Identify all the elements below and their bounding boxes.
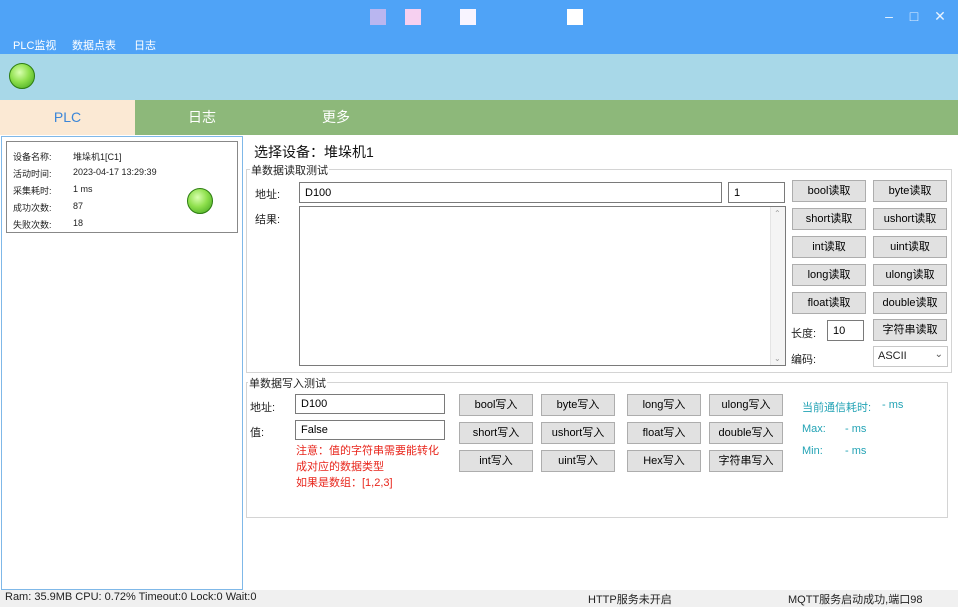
- byte-read-button[interactable]: byte读取: [873, 180, 947, 202]
- write-address-label: 地址:: [250, 402, 276, 414]
- fail-count: 18: [73, 218, 84, 228]
- menu-log[interactable]: 日志: [134, 37, 156, 53]
- bool-read-button[interactable]: bool读取: [792, 180, 866, 202]
- title-decoration-icon: [460, 9, 476, 25]
- encoding-select[interactable]: ASCII ⌄: [873, 346, 948, 367]
- menu-data-points[interactable]: 数据点表: [72, 37, 116, 53]
- write-value-input[interactable]: [295, 420, 445, 440]
- device-name-label: 设备名称:: [13, 152, 52, 162]
- max-value: - ms: [845, 423, 867, 435]
- string-write-button[interactable]: 字符串写入: [709, 450, 783, 472]
- hex-write-button[interactable]: Hex写入: [627, 450, 701, 472]
- tab-bar: PLC 日志 更多: [0, 100, 958, 135]
- title-bar: – □ ✕: [0, 0, 958, 34]
- read-group-title: 单数据读取测试: [250, 162, 329, 178]
- read-result-label: 结果:: [255, 214, 281, 226]
- encoding-label: 编码:: [791, 354, 817, 366]
- double-write-button[interactable]: double写入: [709, 422, 783, 444]
- maximize-icon[interactable]: □: [903, 5, 925, 27]
- short-read-button[interactable]: short读取: [792, 208, 866, 230]
- ushort-write-button[interactable]: ushort写入: [541, 422, 615, 444]
- ulong-read-button[interactable]: ulong读取: [873, 264, 947, 286]
- double-read-button[interactable]: double读取: [873, 292, 947, 314]
- status-strip: [0, 54, 958, 100]
- length-label: 长度:: [791, 328, 817, 340]
- tab-log[interactable]: 日志: [135, 100, 269, 135]
- minimize-icon[interactable]: –: [878, 5, 900, 27]
- long-read-button[interactable]: long读取: [792, 264, 866, 286]
- byte-write-button[interactable]: byte写入: [541, 394, 615, 416]
- read-count-input[interactable]: [728, 182, 785, 203]
- write-note-2: 成对应的数据类型: [296, 461, 384, 473]
- int-write-button[interactable]: int写入: [459, 450, 533, 472]
- scroll-up-icon[interactable]: ⌃: [774, 209, 781, 218]
- success-count-label: 成功次数:: [13, 203, 52, 213]
- scroll-down-icon[interactable]: ⌄: [774, 354, 781, 363]
- comm-time-value: - ms: [882, 399, 904, 411]
- tab-plc[interactable]: PLC: [0, 100, 135, 135]
- connection-status-icon: [9, 63, 35, 89]
- device-status-icon: [187, 188, 213, 214]
- resource-status: Ram: 35.9MB CPU: 0.72% Timeout:0 Lock:0 …: [5, 591, 257, 603]
- tab-more[interactable]: 更多: [269, 100, 403, 135]
- http-status: HTTP服务未开启: [588, 594, 672, 606]
- uint-write-button[interactable]: uint写入: [541, 450, 615, 472]
- string-read-button[interactable]: 字符串读取: [873, 319, 947, 341]
- title-decoration-icon: [567, 9, 583, 25]
- device-card[interactable]: 设备名称: 堆垛机1[C1] 活动时间: 2023-04-17 13:29:39…: [6, 141, 238, 233]
- read-address-label: 地址:: [255, 189, 281, 201]
- device-name: 堆垛机1[C1]: [73, 152, 122, 162]
- float-write-button[interactable]: float写入: [627, 422, 701, 444]
- active-time-label: 活动时间:: [13, 169, 52, 179]
- device-list-panel: 设备名称: 堆垛机1[C1] 活动时间: 2023-04-17 13:29:39…: [1, 136, 243, 590]
- min-value: - ms: [845, 445, 867, 457]
- write-note-1: 注意：值的字符串需要能转化: [296, 445, 439, 457]
- write-value-label: 值:: [250, 427, 265, 439]
- active-time: 2023-04-17 13:29:39: [73, 167, 157, 177]
- int-read-button[interactable]: int读取: [792, 236, 866, 258]
- write-note-3: 如果是数组：[1,2,3]: [296, 477, 393, 489]
- uint-read-button[interactable]: uint读取: [873, 236, 947, 258]
- max-label: Max:: [802, 423, 826, 435]
- fail-count-label: 失败次数:: [13, 220, 52, 230]
- ushort-read-button[interactable]: ushort读取: [873, 208, 947, 230]
- mqtt-status: MQTT服务启动成功,端口98: [788, 594, 923, 606]
- chevron-down-icon[interactable]: ⌄: [935, 349, 943, 360]
- float-read-button[interactable]: float读取: [792, 292, 866, 314]
- menu-bar: PLC监视 数据点表 日志: [0, 34, 958, 54]
- ulong-write-button[interactable]: ulong写入: [709, 394, 783, 416]
- bool-write-button[interactable]: bool写入: [459, 394, 533, 416]
- title-decoration-icon: [370, 9, 386, 25]
- menu-plc-monitor[interactable]: PLC监视: [13, 37, 56, 53]
- short-write-button[interactable]: short写入: [459, 422, 533, 444]
- encoding-value: ASCII: [878, 350, 907, 362]
- length-input[interactable]: [827, 320, 864, 341]
- read-result-textarea[interactable]: ⌃ ⌄: [299, 206, 786, 366]
- comm-time-label: 当前通信耗时:: [802, 402, 872, 414]
- read-address-input[interactable]: [299, 182, 722, 203]
- success-count: 87: [73, 201, 84, 211]
- collect-time-label: 采集耗时:: [13, 186, 52, 196]
- result-scrollbar[interactable]: ⌃ ⌄: [770, 207, 785, 365]
- write-address-input[interactable]: [295, 394, 445, 414]
- selected-device-title: 选择设备：堆垛机1: [254, 144, 374, 160]
- status-bar: Ram: 35.9MB CPU: 0.72% Timeout:0 Lock:0 …: [0, 590, 958, 607]
- write-group-title: 单数据写入测试: [248, 375, 327, 391]
- long-write-button[interactable]: long写入: [627, 394, 701, 416]
- collect-time: 1 ms: [73, 184, 93, 194]
- close-icon[interactable]: ✕: [929, 5, 951, 27]
- min-label: Min:: [802, 445, 823, 457]
- title-decoration-icon: [405, 9, 421, 25]
